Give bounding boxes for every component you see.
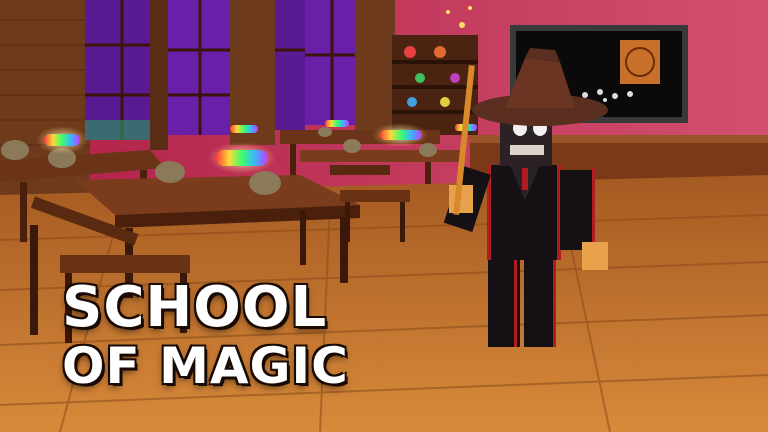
title-line-school: SCHOOL bbox=[62, 275, 328, 340]
windows bbox=[85, 0, 360, 140]
title-line-of-magic: OF MAGIC bbox=[62, 337, 349, 395]
game-title: SCHOOL OF MAGIC bbox=[62, 275, 349, 395]
potion-bottle-icon bbox=[404, 46, 416, 58]
game-thumbnail: SCHOOL OF MAGIC bbox=[0, 0, 768, 432]
